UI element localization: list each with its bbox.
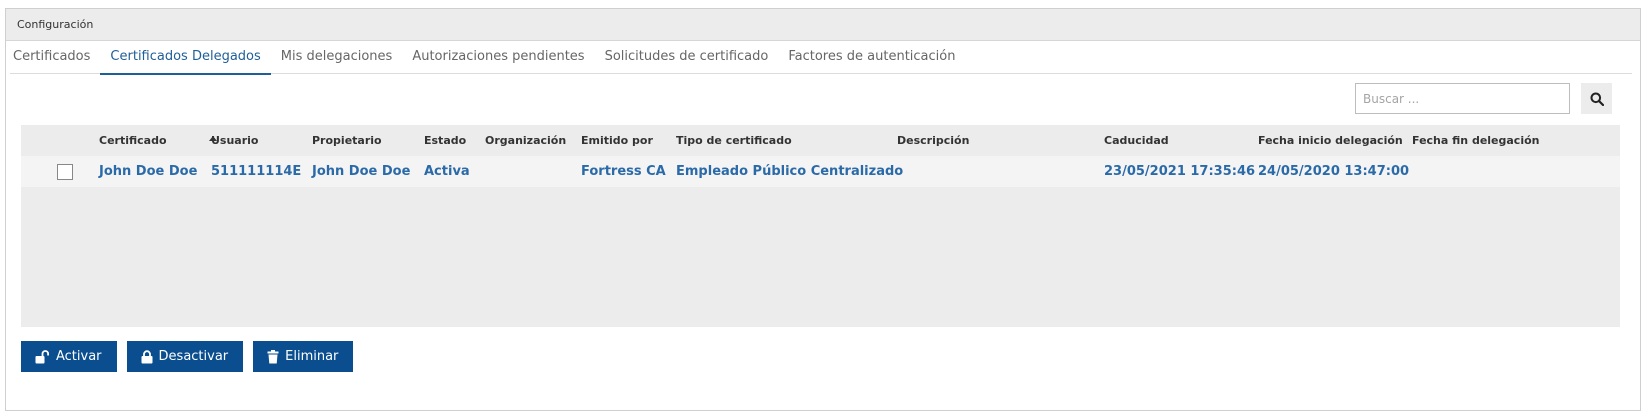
tab-autorizaciones-pendientes[interactable]: Autorizaciones pendientes [402, 46, 594, 74]
table-row[interactable]: John Doe Doe 511111114E John Doe Doe Act… [21, 156, 1620, 187]
cell-fecha-inicio[interactable]: 24/05/2020 13:47:00 [1258, 164, 1409, 179]
row-checkbox[interactable] [57, 164, 73, 180]
cell-certificado[interactable]: John Doe Doe [99, 164, 197, 179]
panel-title: Configuración [17, 18, 94, 31]
unlock-icon [35, 349, 50, 364]
cell-caducidad[interactable]: 23/05/2021 17:35:46 [1104, 164, 1255, 179]
desactivar-label: Desactivar [158, 349, 229, 364]
column-header-fecha-fin[interactable]: Fecha fin delegación [1412, 134, 1540, 147]
tab-mis-delegaciones[interactable]: Mis delegaciones [271, 46, 403, 74]
search-input[interactable] [1355, 83, 1570, 114]
column-header-tipo-certificado[interactable]: Tipo de certificado [676, 134, 792, 147]
cell-emitido-por[interactable]: Fortress CA [581, 164, 666, 179]
tab-bar: Certificados Certificados Delegados Mis … [10, 46, 1632, 75]
search-button[interactable] [1581, 83, 1612, 114]
search-bar [1355, 83, 1612, 114]
eliminar-label: Eliminar [285, 349, 339, 364]
column-header-estado[interactable]: Estado [424, 134, 466, 147]
column-header-usuario[interactable]: Usuario [211, 134, 259, 147]
tab-factores-autenticacion[interactable]: Factores de autenticación [778, 46, 965, 74]
delegated-certificates-table: Certificado Usuario Propietario Estado O… [21, 125, 1620, 327]
column-header-certificado[interactable]: Certificado [99, 134, 167, 147]
desactivar-button[interactable]: Desactivar [126, 341, 244, 372]
column-header-caducidad[interactable]: Caducidad [1104, 134, 1169, 147]
tab-certificados-delegados[interactable]: Certificados Delegados [100, 46, 272, 75]
column-header-organizacion[interactable]: Organización [485, 134, 566, 147]
action-bar: Activar Desactivar Eliminar [21, 341, 354, 372]
column-header-emitido-por[interactable]: Emitido por [581, 134, 653, 147]
column-header-fecha-inicio[interactable]: Fecha inicio delegación [1258, 134, 1403, 147]
tab-solicitudes-certificado[interactable]: Solicitudes de certificado [595, 46, 779, 74]
eliminar-button[interactable]: Eliminar [253, 341, 354, 372]
lock-icon [141, 349, 153, 364]
cell-usuario[interactable]: 511111114E [211, 164, 301, 179]
column-header-descripcion[interactable]: Descripción [897, 134, 969, 147]
search-icon [1590, 92, 1604, 106]
tab-certificados[interactable]: Certificados [10, 46, 100, 74]
cell-propietario[interactable]: John Doe Doe [312, 164, 410, 179]
cell-estado[interactable]: Activa [424, 164, 470, 179]
trash-icon [267, 349, 279, 364]
table-header: Certificado Usuario Propietario Estado O… [21, 125, 1620, 156]
activar-label: Activar [56, 349, 102, 364]
panel-header: Configuración [6, 9, 1640, 41]
cell-tipo-certificado[interactable]: Empleado Público Centralizado [676, 164, 903, 179]
column-header-propietario[interactable]: Propietario [312, 134, 382, 147]
activar-button[interactable]: Activar [21, 341, 117, 372]
